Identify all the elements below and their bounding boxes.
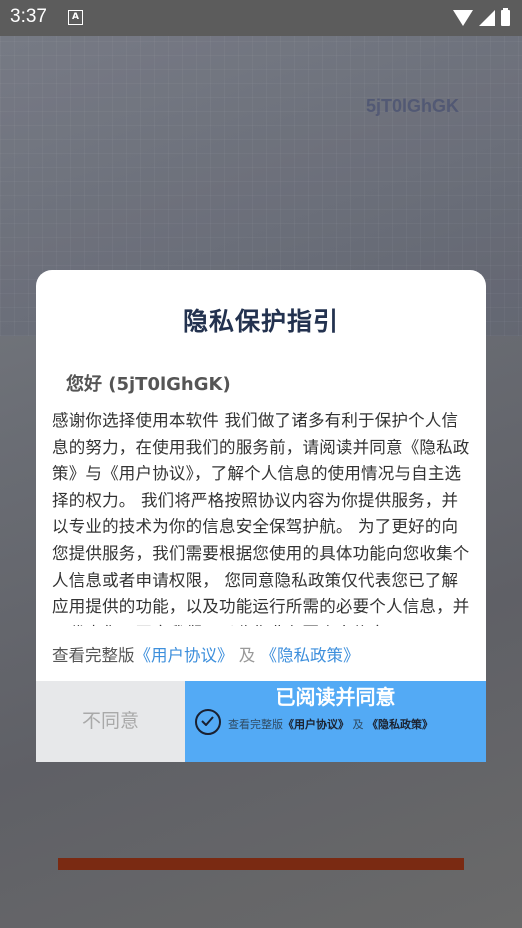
- check-circle-icon[interactable]: [195, 709, 221, 735]
- agree-sub-links: 查看完整版《用户协议》 及 《隐私政策》: [228, 716, 433, 732]
- status-bar: 3:37 A: [0, 0, 522, 36]
- agree-button[interactable]: 已阅读并同意 查看完整版《用户协议》 及 《隐私政策》: [185, 681, 486, 762]
- links-prefix: 查看完整版: [52, 646, 135, 665]
- notification-a-icon: A: [68, 10, 83, 25]
- background-accent-bar: [58, 858, 464, 870]
- dialog-body-text[interactable]: 感谢你选择使用本软件 我们做了诸多有利于保护个人信息的努力，在使用我们的服务前，…: [52, 408, 472, 626]
- system-icons: [453, 8, 510, 28]
- background-partial-text: 5jT0lGhGK: [366, 96, 460, 116]
- disagree-button[interactable]: 不同意: [36, 681, 185, 762]
- dialog-title: 隐私保护指引: [182, 307, 339, 336]
- dialog-greeting: 您好 (5jT0lGhGK): [66, 374, 231, 395]
- cell-signal-icon: [479, 10, 495, 26]
- agree-sub-privacy-policy-link[interactable]: 《隐私政策》: [367, 718, 433, 731]
- wifi-icon: [453, 10, 473, 26]
- agree-sub-prefix: 查看完整版: [228, 718, 283, 731]
- agree-button-label: 已阅读并同意: [275, 685, 396, 709]
- agree-sub-user-agreement-link[interactable]: 《用户协议》: [283, 718, 349, 731]
- privacy-dialog: 隐私保护指引 您好 (5jT0lGhGK) 感谢你选择使用本软件 我们做了诸多有…: [36, 270, 486, 762]
- agree-sub-separator: 及: [352, 718, 364, 731]
- dialog-links-line: 查看完整版《用户协议》 及 《隐私政策》: [52, 642, 360, 666]
- privacy-policy-link[interactable]: 《隐私政策》: [261, 646, 360, 665]
- links-separator: 及: [238, 646, 256, 665]
- user-agreement-link[interactable]: 《用户协议》: [135, 646, 234, 665]
- battery-icon: [501, 8, 510, 26]
- status-time: 3:37: [10, 6, 47, 27]
